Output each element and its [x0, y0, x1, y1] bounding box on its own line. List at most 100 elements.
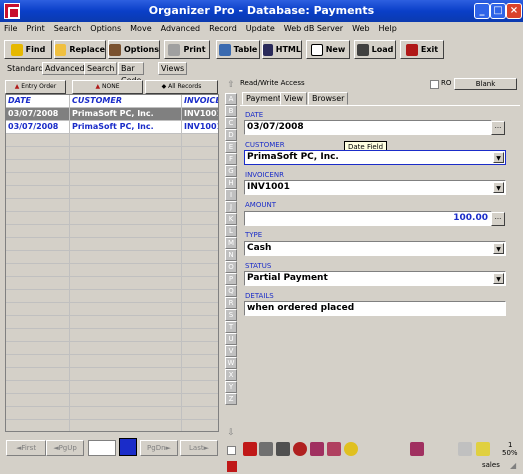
- alphabet-letter-d[interactable]: D: [225, 129, 237, 141]
- column-header-invoicenr[interactable]: INVOICENR: [182, 95, 218, 108]
- page-up-button[interactable]: ◄PgUp: [46, 440, 84, 456]
- chevron-down-icon[interactable]: ▼: [493, 152, 504, 163]
- alphabet-letter-g[interactable]: G: [225, 165, 237, 177]
- maximize-button[interactable]: □: [490, 3, 506, 19]
- close-button[interactable]: ×: [506, 3, 522, 19]
- alphabet-letter-i[interactable]: I: [225, 189, 237, 201]
- alphabet-letter-j[interactable]: J: [225, 201, 237, 213]
- customer-select[interactable]: PrimaSoft PC, Inc. ▼: [244, 150, 506, 165]
- alphabet-letter-x[interactable]: X: [225, 369, 237, 381]
- menu-file[interactable]: File: [4, 22, 17, 36]
- menu-advanced[interactable]: Advanced: [161, 22, 201, 36]
- printer-icon[interactable]: [259, 442, 273, 456]
- chevron-down-icon[interactable]: ▼: [493, 243, 504, 254]
- menu-web[interactable]: Web: [352, 22, 369, 36]
- chevron-down-icon[interactable]: ▼: [493, 273, 504, 284]
- options-button[interactable]: Options: [108, 40, 160, 59]
- find-button[interactable]: Find: [4, 40, 52, 59]
- entry-order-button[interactable]: ▲ Entry Order: [5, 80, 66, 94]
- tab-search[interactable]: Search: [84, 62, 118, 75]
- minimize-button[interactable]: _: [474, 3, 490, 19]
- table-button[interactable]: Table: [216, 40, 260, 59]
- record-number-input[interactable]: [88, 440, 116, 456]
- bottom-checkbox[interactable]: [227, 446, 236, 455]
- back-arrow-icon[interactable]: [243, 442, 257, 456]
- prev-icon[interactable]: [458, 442, 472, 456]
- details-field[interactable]: when ordered placed: [244, 301, 506, 316]
- alphabet-letter-s[interactable]: S: [225, 309, 237, 321]
- first-record-button[interactable]: ◄First: [6, 440, 46, 456]
- paste-icon[interactable]: [327, 442, 341, 456]
- tab-advanced[interactable]: Advanced: [42, 62, 88, 75]
- alphabet-letter-e[interactable]: E: [225, 141, 237, 153]
- alphabet-letter-r[interactable]: R: [225, 297, 237, 309]
- date-field[interactable]: 03/07/2008: [244, 120, 492, 135]
- html-button[interactable]: HTML: [262, 40, 302, 59]
- resize-grip-icon[interactable]: ◢: [510, 461, 516, 470]
- refresh-icon[interactable]: [293, 442, 307, 456]
- alphabet-letter-u[interactable]: U: [225, 333, 237, 345]
- alphabet-letter-m[interactable]: M: [225, 237, 237, 249]
- menu-record[interactable]: Record: [209, 22, 237, 36]
- table-row-cell[interactable]: 03/07/2008: [6, 121, 70, 134]
- alphabet-letter-a[interactable]: A: [225, 93, 237, 105]
- menu-print[interactable]: Print: [26, 22, 44, 36]
- tab-views[interactable]: Views: [158, 62, 188, 75]
- amount-field[interactable]: 100.00: [244, 211, 492, 226]
- table-row-cell[interactable]: INV1001: [182, 121, 218, 134]
- invoicenr-select[interactable]: INV1001 ▼: [244, 180, 506, 195]
- alphabet-letter-p[interactable]: P: [225, 273, 237, 285]
- menu-search[interactable]: Search: [54, 22, 81, 36]
- none-sort-button[interactable]: ▲ NONE: [72, 80, 143, 94]
- lightbulb-icon[interactable]: [344, 442, 358, 456]
- menu-options[interactable]: Options: [90, 22, 121, 36]
- alphabet-letter-t[interactable]: T: [225, 321, 237, 333]
- scroll-down-icon[interactable]: ⇩: [225, 428, 237, 440]
- alphabet-letter-c[interactable]: C: [225, 117, 237, 129]
- amount-calc-button[interactable]: ...: [491, 212, 505, 226]
- menu-update[interactable]: Update: [246, 22, 275, 36]
- alphabet-letter-b[interactable]: B: [225, 105, 237, 117]
- export-icon[interactable]: [410, 442, 424, 456]
- alphabet-letter-k[interactable]: K: [225, 213, 237, 225]
- tab-browser[interactable]: Browser: [308, 92, 349, 105]
- scroll-up-icon[interactable]: ⇧: [225, 80, 237, 92]
- alphabet-letter-w[interactable]: W: [225, 357, 237, 369]
- replace-button[interactable]: Replace: [54, 40, 106, 59]
- table-row-cell[interactable]: PrimaSoft PC, Inc.: [70, 108, 182, 121]
- last-record-button[interactable]: Last►: [180, 440, 218, 456]
- alphabet-letter-z[interactable]: Z: [225, 393, 237, 405]
- chevron-down-icon[interactable]: ▼: [493, 182, 504, 193]
- tab-view[interactable]: View: [280, 92, 307, 105]
- alphabet-letter-h[interactable]: H: [225, 177, 237, 189]
- print-button[interactable]: Print: [164, 40, 210, 59]
- tab-payment[interactable]: Payment: [242, 92, 286, 105]
- menu-web-db-server[interactable]: Web dB Server: [284, 22, 343, 36]
- alphabet-letter-n[interactable]: N: [225, 249, 237, 261]
- status-select[interactable]: Partial Payment ▼: [244, 271, 506, 286]
- alphabet-letter-v[interactable]: V: [225, 345, 237, 357]
- calculator-icon[interactable]: [119, 438, 137, 456]
- alphabet-letter-y[interactable]: Y: [225, 381, 237, 393]
- alphabet-letter-o[interactable]: O: [225, 261, 237, 273]
- ro-checkbox[interactable]: [430, 80, 439, 89]
- menu-help[interactable]: Help: [379, 22, 397, 36]
- new-button[interactable]: New: [306, 40, 350, 59]
- load-button[interactable]: Load: [354, 40, 396, 59]
- copy-icon[interactable]: [310, 442, 324, 456]
- alphabet-letter-q[interactable]: Q: [225, 285, 237, 297]
- table-row-cell[interactable]: INV1001: [182, 108, 218, 121]
- blank-button[interactable]: Blank: [454, 78, 517, 90]
- tab-standard[interactable]: Standard: [4, 62, 47, 75]
- column-header-customer[interactable]: CUSTOMER: [70, 95, 182, 108]
- trash-icon[interactable]: [276, 442, 290, 456]
- menu-move[interactable]: Move: [130, 22, 151, 36]
- tab-bar-code[interactable]: Bar Code: [118, 62, 145, 85]
- date-picker-button[interactable]: ...: [491, 121, 505, 135]
- all-records-button[interactable]: ◆ All Records: [145, 80, 218, 94]
- alphabet-letter-l[interactable]: L: [225, 225, 237, 237]
- exit-button[interactable]: Exit: [400, 40, 444, 59]
- table-row-cell[interactable]: PrimaSoft PC, Inc.: [70, 121, 182, 134]
- next-icon[interactable]: [476, 442, 490, 456]
- table-row-cell[interactable]: 03/07/2008: [6, 108, 70, 121]
